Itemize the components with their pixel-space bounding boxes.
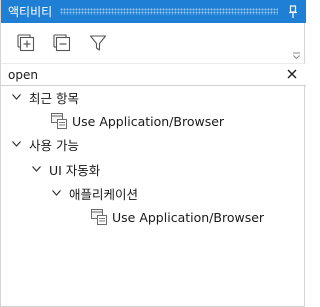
chevron-down-icon[interactable] <box>11 92 21 102</box>
pin-icon[interactable] <box>286 4 300 20</box>
tree-item-use-application-browser[interactable]: Use Application/Browser <box>91 206 264 228</box>
expand-all-button[interactable] <box>15 32 37 54</box>
filter-icon <box>89 35 107 51</box>
chevron-down-icon[interactable] <box>11 139 21 149</box>
tree-node-label: UI 자동화 <box>49 162 101 178</box>
close-icon[interactable] <box>286 68 298 80</box>
search-bar <box>1 64 306 86</box>
filter-button[interactable] <box>87 32 109 54</box>
tree-item-label: Use Application/Browser <box>112 209 265 225</box>
tree-node-available[interactable]: 사용 가능 <box>11 133 79 155</box>
chevron-down-icon[interactable] <box>51 188 61 198</box>
search-input[interactable] <box>1 64 271 85</box>
tree-item-use-application-browser-recent[interactable]: Use Application/Browser <box>51 110 224 132</box>
tree-node-recent[interactable]: 최근 항목 <box>11 86 79 108</box>
tree-node-label: 애플리케이션 <box>69 186 139 202</box>
activities-panel: 액티비티 open 최근 항목 Use Application/Browser … <box>0 0 306 307</box>
drag-grip[interactable] <box>60 8 278 15</box>
toolbar-overflow-icon[interactable] <box>292 51 301 60</box>
tree-node-label: 사용 가능 <box>29 137 79 153</box>
activities-toolbar <box>1 23 306 64</box>
collapse-all-button[interactable] <box>51 32 73 54</box>
tree-node-label: 최근 항목 <box>29 90 79 106</box>
expand-all-icon <box>17 34 35 52</box>
tree-node-application[interactable]: 애플리케이션 <box>51 182 138 204</box>
panel-title-bar[interactable]: 액티비티 <box>1 0 306 23</box>
collapse-all-icon <box>53 34 71 52</box>
tree-item-label: Use Application/Browser <box>72 113 225 129</box>
use-application-browser-icon <box>91 209 107 225</box>
tree-node-ui-automation[interactable]: UI 자동화 <box>31 158 100 180</box>
panel-title: 액티비티 <box>8 5 53 19</box>
use-application-browser-icon <box>51 113 67 129</box>
chevron-down-icon[interactable] <box>31 164 41 174</box>
